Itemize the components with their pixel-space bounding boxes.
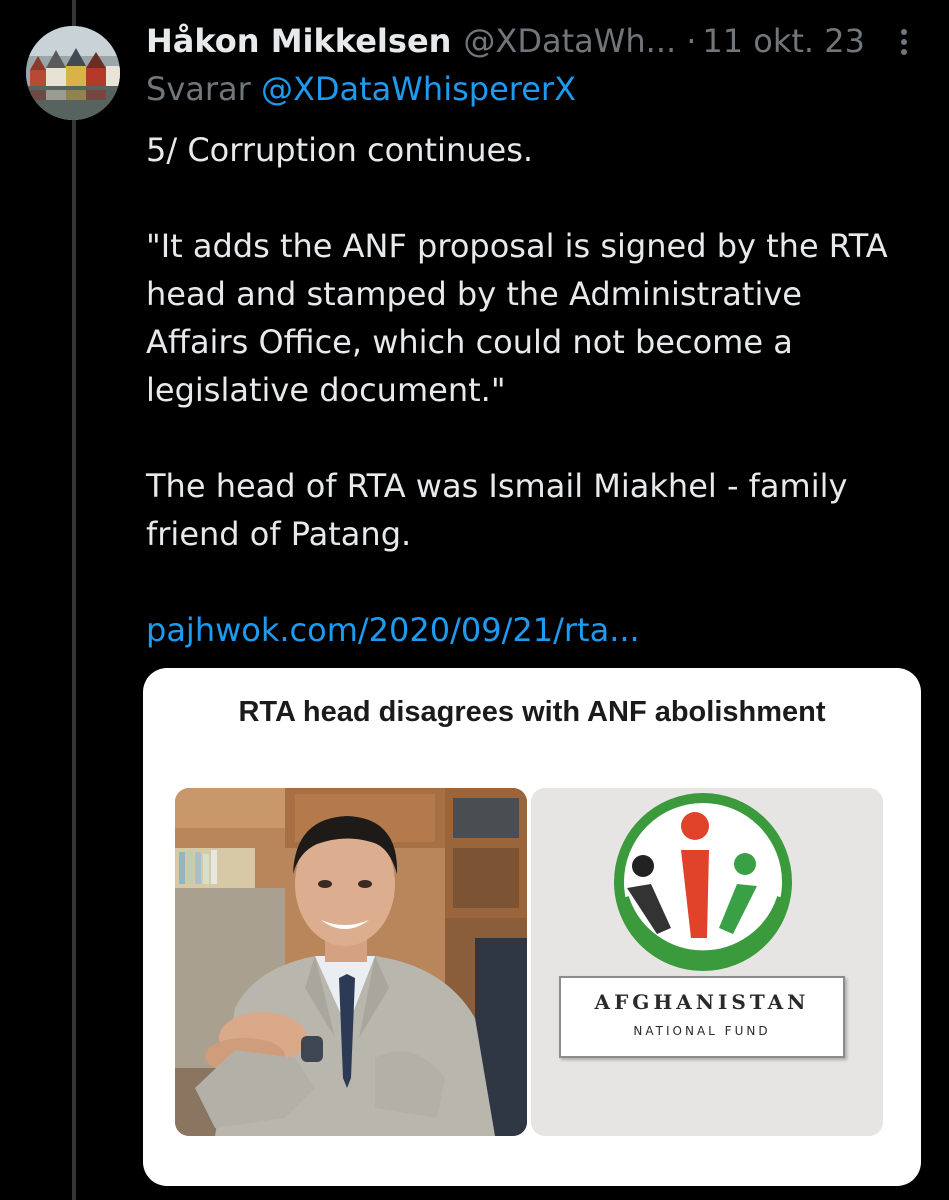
anf-logo bbox=[531, 788, 883, 1136]
post-text-line: 5/ Corruption continues. bbox=[146, 131, 534, 169]
post-header: Håkon Mikkelsen @XDataWh... · 11 okt. 23 bbox=[146, 18, 926, 64]
replying-label: Svarar bbox=[146, 70, 251, 108]
anf-logo-label: AFGHANISTAN NATIONAL FUND bbox=[559, 976, 845, 1058]
post-text-line: "It adds the ANF proposal is signed by t… bbox=[146, 227, 888, 265]
card-photo-logo: AFGHANISTAN NATIONAL FUND bbox=[531, 788, 883, 1136]
author-handle[interactable]: @XDataWh... bbox=[463, 22, 676, 60]
post-text-line: Affairs Office, which could not become a bbox=[146, 323, 793, 361]
anf-logo-subtitle: NATIONAL FUND bbox=[633, 1024, 771, 1038]
header-separator: · bbox=[686, 22, 697, 60]
anf-logo-title: AFGHANISTAN bbox=[594, 990, 810, 1014]
replying-to-handle[interactable]: @XDataWhispererX bbox=[261, 70, 576, 108]
author-name[interactable]: Håkon Mikkelsen bbox=[146, 22, 451, 60]
avatar[interactable] bbox=[26, 26, 120, 120]
thread-connector-line bbox=[72, 0, 76, 1200]
post-date[interactable]: 11 okt. 23 bbox=[702, 22, 865, 60]
post-text-line: The head of RTA was Ismail Miakhel - fam… bbox=[146, 467, 848, 505]
post-text-line: legislative document." bbox=[146, 371, 506, 409]
post-text-line: friend of Patang. bbox=[146, 515, 412, 553]
post-text-line: head and stamped by the Administrative bbox=[146, 275, 802, 313]
replying-to: Svarar @XDataWhispererX bbox=[146, 70, 576, 114]
card-photo-portrait bbox=[175, 788, 527, 1136]
more-vertical-icon[interactable] bbox=[894, 26, 914, 58]
post-link[interactable]: pajhwok.com/2020/09/21/rta... bbox=[146, 611, 640, 649]
card-headline: RTA head disagrees with ANF abolishment bbox=[238, 696, 826, 728]
post-body: 5/ Corruption continues. "It adds the AN… bbox=[146, 126, 926, 654]
link-preview-card[interactable]: RTA head disagrees with ANF abolishment bbox=[143, 668, 921, 1186]
avatar-image bbox=[26, 26, 120, 120]
